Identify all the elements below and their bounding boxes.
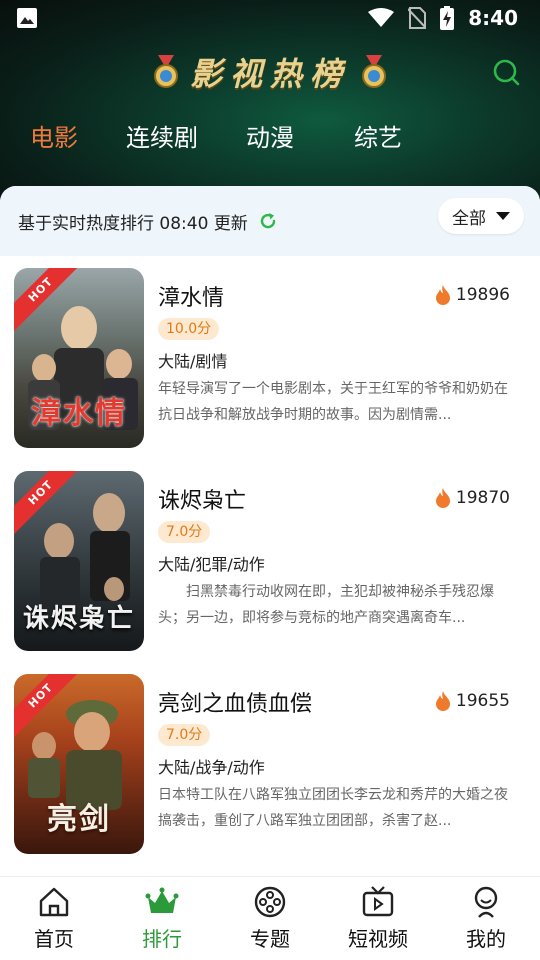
ranking-panel: 基于实时热度排行 08:40 更新 全部 HOT 漳水情 漳水情 19896 1… xyxy=(0,186,540,876)
image-notification-icon xyxy=(17,8,37,28)
flame-icon xyxy=(435,285,450,305)
film-reel-icon xyxy=(254,886,286,918)
rating-badge: 7.0分 xyxy=(158,521,211,543)
nav-topics[interactable]: 专题 xyxy=(216,877,324,960)
refresh-icon[interactable] xyxy=(258,211,278,231)
list-item[interactable]: HOT 亮剑 亮剑之血债血偿 19655 7.0分 大陆/战争/动作 日本特工队… xyxy=(0,662,540,865)
nav-topics-label: 专题 xyxy=(250,927,290,951)
tv-play-icon xyxy=(362,886,394,917)
description-text: 日本特工队在八路军独立团团长李云龙和秀芹的大婚之夜搞袭击，重创了八路军独立团团部… xyxy=(158,787,508,829)
battery-charging-icon xyxy=(440,6,455,30)
tab-anime[interactable]: 动漫 xyxy=(246,118,294,153)
heat-value: 19655 xyxy=(455,691,510,711)
crown-icon xyxy=(145,887,179,913)
nav-short-video-label: 短视频 xyxy=(348,927,408,951)
genre-text: 大陆/剧情 xyxy=(158,352,228,371)
nav-home[interactable]: 首页 xyxy=(0,877,108,960)
movie-poster[interactable]: HOT 诛烬枭亡 xyxy=(14,471,144,651)
movie-title[interactable]: 诛烬枭亡 xyxy=(158,483,246,515)
list-item[interactable]: HOT 诛烬枭亡 诛烬枭亡 19870 7.0分 大陆/犯罪/动作 扫黑禁毒行动… xyxy=(0,459,540,662)
poster-title: 诛烬枭亡 xyxy=(22,604,135,634)
heat-score: 19870 xyxy=(434,487,510,509)
rating-badge: 10.0分 xyxy=(158,318,220,340)
home-icon xyxy=(39,887,69,917)
update-info-text: 基于实时热度排行 08:40 更新 xyxy=(18,213,248,234)
description-text: 年轻导演写了一个电影剧本，关于王红军的爷爷和奶奶在抗日战争和解放战争时期的故事。… xyxy=(158,381,508,423)
tab-series[interactable]: 连续剧 xyxy=(126,118,198,153)
description-text: 扫黑禁毒行动收网在即，主犯却被神秘杀手残忍爆头；另一边，即将参与竞标的地产商突遇… xyxy=(158,584,494,626)
update-info-bar: 基于实时热度排行 08:40 更新 全部 xyxy=(0,186,540,256)
medal-left-icon xyxy=(153,55,178,88)
nav-ranking[interactable]: 排行 xyxy=(108,877,216,960)
no-sim-icon xyxy=(408,7,427,29)
user-icon xyxy=(474,886,498,918)
heat-value: 19896 xyxy=(455,285,510,305)
flame-icon xyxy=(435,488,450,508)
genre-text: 大陆/战争/动作 xyxy=(158,758,265,777)
flame-icon xyxy=(435,691,450,711)
bottom-navigation: 首页 排行 专题 短视频 我的 xyxy=(0,876,540,960)
nav-ranking-label: 排行 xyxy=(142,927,182,951)
medal-right-icon xyxy=(362,55,386,88)
filter-dropdown[interactable]: 全部 xyxy=(438,198,524,234)
movie-poster[interactable]: HOT 漳水情 xyxy=(14,268,144,448)
status-time: 8:40 xyxy=(468,6,518,30)
nav-mine[interactable]: 我的 xyxy=(432,877,540,960)
heat-value: 19870 xyxy=(455,488,510,508)
category-tabs: 电影 连续剧 动漫 综艺 xyxy=(0,118,540,162)
rating-badge: 7.0分 xyxy=(158,724,211,746)
movie-title[interactable]: 漳水情 xyxy=(158,280,224,312)
nav-home-label: 首页 xyxy=(34,927,74,951)
search-icon[interactable] xyxy=(492,58,520,86)
nav-mine-label: 我的 xyxy=(466,927,506,951)
wifi-icon xyxy=(368,8,395,27)
status-bar: 8:40 xyxy=(0,0,540,36)
tab-movie[interactable]: 电影 xyxy=(30,118,78,153)
tab-variety[interactable]: 综艺 xyxy=(354,118,402,153)
poster-title: 亮剑 xyxy=(47,802,111,837)
filter-label: 全部 xyxy=(452,208,486,229)
caret-down-icon xyxy=(496,212,510,220)
ranking-list: HOT 漳水情 漳水情 19896 10.0分 大陆/剧情 年轻导演写了一个电影… xyxy=(0,256,540,865)
app-title-row: 影视热榜 xyxy=(0,48,540,96)
app-title: 影视热榜 xyxy=(189,55,350,93)
genre-text: 大陆/犯罪/动作 xyxy=(158,555,265,574)
poster-title: 漳水情 xyxy=(31,396,127,431)
movie-poster[interactable]: HOT 亮剑 xyxy=(14,674,144,854)
heat-score: 19655 xyxy=(434,690,510,712)
movie-title[interactable]: 亮剑之血债血偿 xyxy=(158,686,312,718)
list-item[interactable]: HOT 漳水情 漳水情 19896 10.0分 大陆/剧情 年轻导演写了一个电影… xyxy=(0,256,540,459)
heat-score: 19896 xyxy=(434,284,510,306)
nav-short-video[interactable]: 短视频 xyxy=(324,877,432,960)
